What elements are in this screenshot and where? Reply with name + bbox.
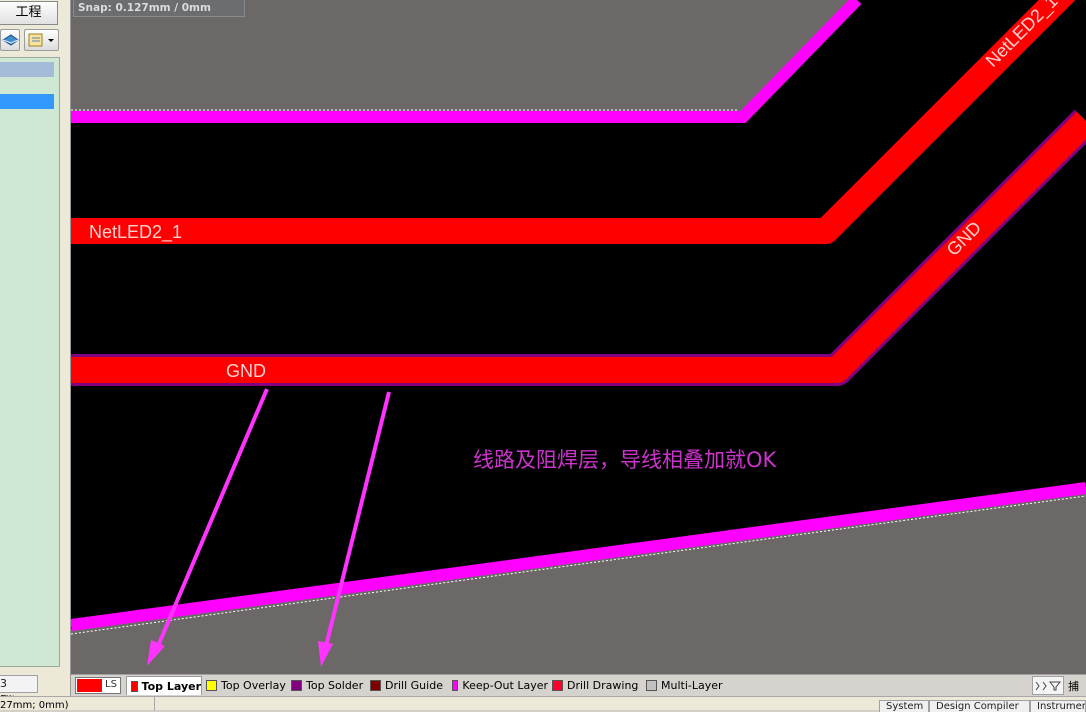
tab-top-overlay[interactable]: Top Overlay [202, 676, 287, 695]
tab-keep-out-layer[interactable]: Keep-Out Layer [448, 676, 548, 695]
tab-label: Drill Drawing [567, 679, 639, 692]
tab-drill-guide[interactable]: Drill Guide [366, 676, 448, 695]
document-dropdown-button[interactable] [24, 29, 59, 51]
snap-readout: Snap: 0.127mm / 0mm [73, 0, 245, 17]
status-divider [154, 697, 155, 711]
tab-label: Top Solder [306, 679, 364, 692]
status-bar: 27mm; 0mm) System Design Compiler Instru… [0, 696, 1086, 712]
keep-out-swatch [452, 680, 459, 691]
instruments-button[interactable]: Instruments [1030, 700, 1086, 712]
layers-toolbar-button[interactable] [0, 29, 20, 51]
top-solder-swatch [291, 680, 302, 691]
pcb-drawing: NetLED2_1 GND NetLED2_1 GND 线路及阻焊层，导线相叠加… [71, 0, 1086, 674]
trace-gnd [71, 111, 1086, 383]
current-layer-swatch [77, 679, 102, 692]
solder-mask-gnd [71, 109, 1086, 386]
project-button[interactable]: 工程 [0, 1, 58, 25]
drill-drawing-swatch [552, 680, 563, 691]
left-panel: 工程 3 Filter [0, 0, 71, 706]
layers-icon [2, 34, 19, 46]
drill-guide-swatch [370, 680, 381, 691]
tab-label: Drill Guide [385, 679, 443, 692]
tab-label: Top Layer [141, 679, 201, 693]
system-button[interactable]: System [879, 700, 929, 712]
tab-label: Multi-Layer [661, 679, 723, 692]
tree-item-selected-inactive[interactable] [0, 62, 54, 77]
cursor-coords: 27mm; 0mm) [0, 700, 69, 711]
ls-label: LS [105, 679, 117, 690]
tab-top-layer[interactable]: Top Layer [126, 676, 202, 695]
tab-top-solder[interactable]: Top Solder [287, 676, 366, 695]
layer-nav-buttons[interactable] [1032, 676, 1064, 695]
filter-icon [1035, 681, 1062, 691]
board-region-bottom [71, 490, 1086, 674]
diag-label-netled2-1: NetLED2_1 [982, 0, 1063, 72]
tab-drill-drawing[interactable]: Drill Drawing [548, 676, 642, 695]
net-label-gnd: GND [226, 361, 266, 381]
multi-layer-swatch [646, 680, 657, 691]
tree-item-selected[interactable] [0, 94, 54, 109]
tab-multi-layer[interactable]: Multi-Layer [642, 676, 724, 695]
document-icon [28, 33, 54, 47]
filter-tab[interactable]: 3 Filter [0, 675, 38, 706]
project-tree[interactable] [0, 57, 60, 667]
top-overlay-swatch [206, 680, 217, 691]
pcb-canvas[interactable]: NetLED2_1 GND NetLED2_1 GND 线路及阻焊层，导线相叠加… [71, 0, 1086, 674]
top-layer-swatch [131, 680, 138, 692]
design-compiler-button[interactable]: Design Compiler [929, 700, 1030, 712]
annotation-text: 线路及阻焊层，导线相叠加就OK [473, 448, 778, 472]
net-label-netled2-1: NetLED2_1 [89, 222, 182, 243]
tab-label: Keep-Out Layer [462, 679, 548, 692]
layer-tab-bar: LS Top Layer Top Overlay Top Solder Dril… [71, 674, 1086, 709]
tab-label: Top Overlay [221, 679, 286, 692]
current-layer-button[interactable]: LS [75, 677, 121, 694]
